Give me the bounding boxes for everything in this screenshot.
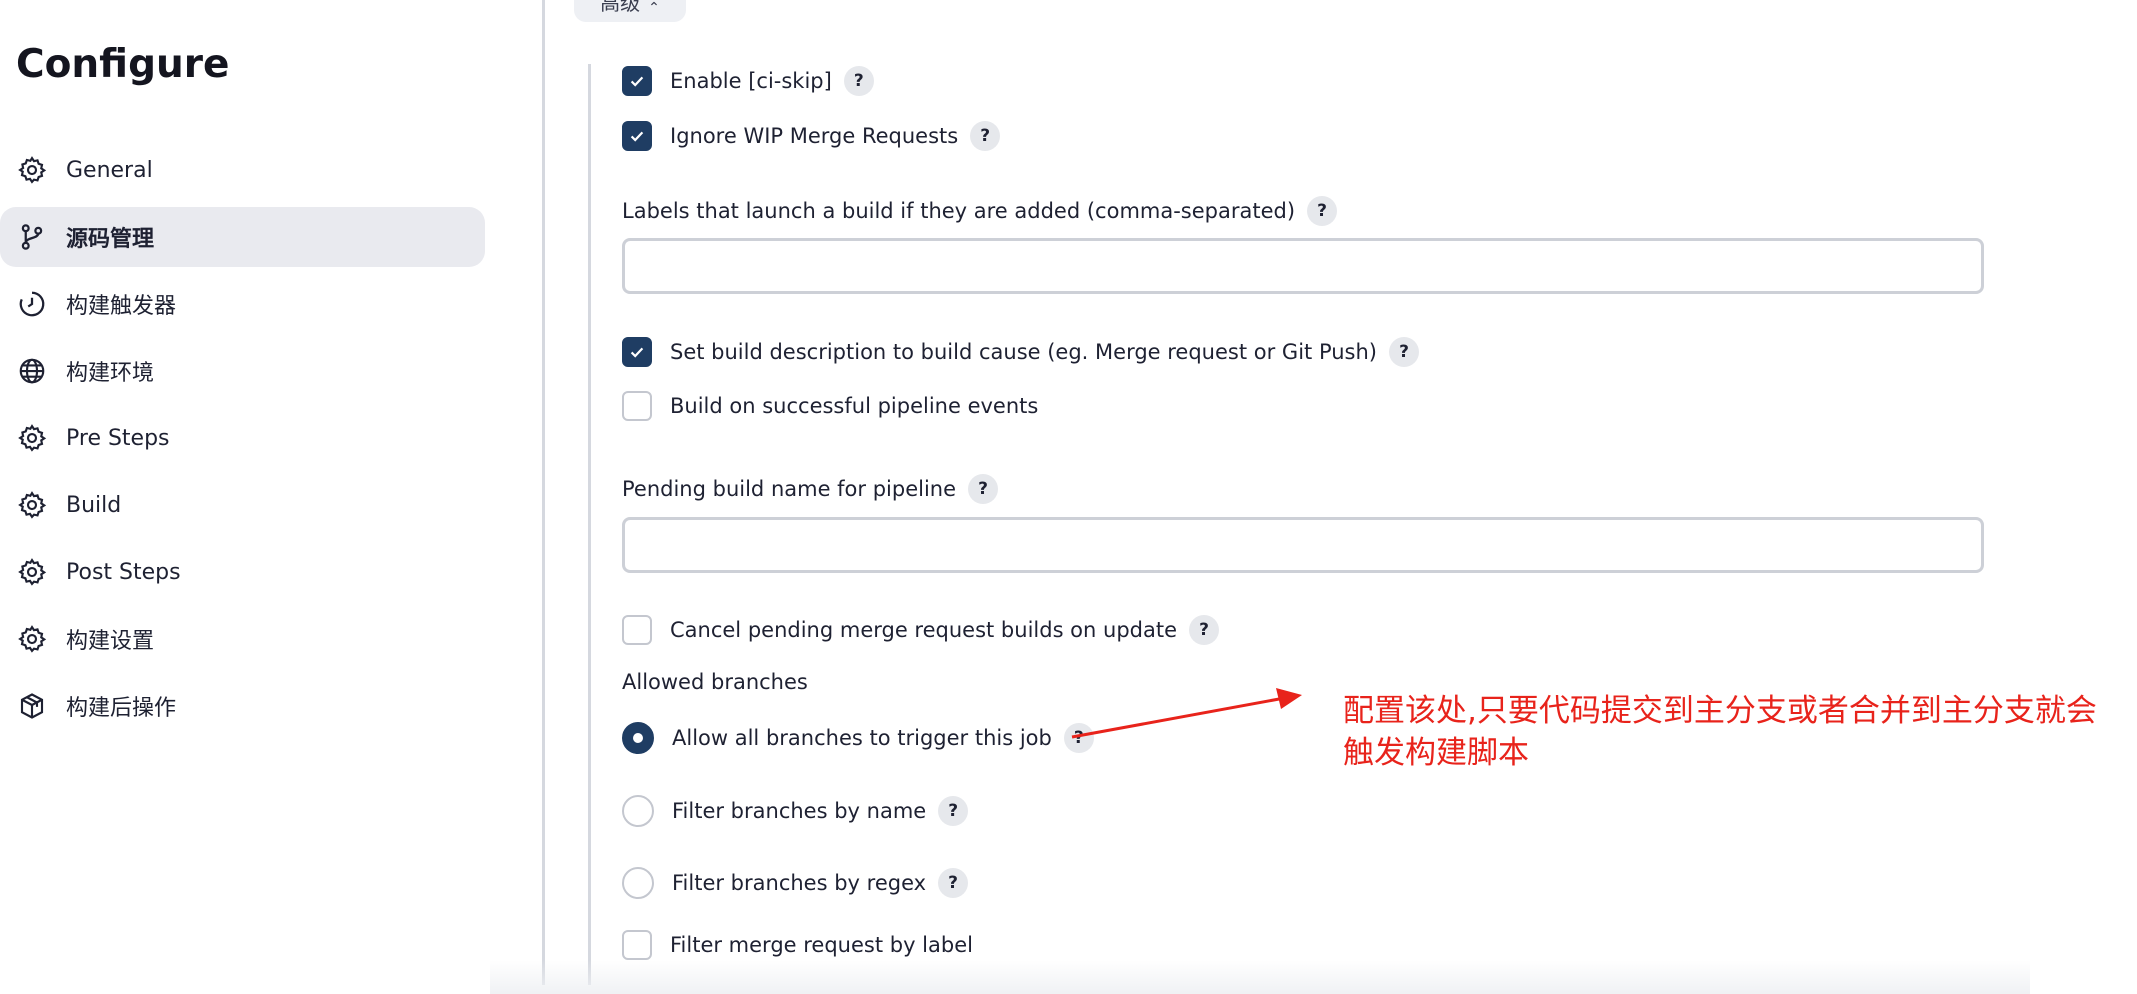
cancel-pending-row: Cancel pending merge request builds on u…: [622, 615, 1220, 645]
annotation-line-1: 配置该处,只要代码提交到主分支或者合并到主分支就会: [1343, 693, 2097, 729]
gear-icon: [16, 154, 48, 186]
help-icon[interactable]: ?: [1189, 615, 1220, 645]
enable-ci-skip-label: Enable [ci-skip]: [670, 69, 832, 93]
sidebar-item-build-settings[interactable]: 构建设置: [0, 609, 485, 669]
help-icon[interactable]: ?: [1307, 196, 1338, 226]
sidebar-item-label: Pre Steps: [66, 425, 170, 451]
ignore-wip-checkbox[interactable]: [622, 121, 652, 151]
pending-build-name-input[interactable]: [622, 517, 1984, 573]
build-on-pipeline-checkbox[interactable]: [622, 391, 652, 421]
pending-build-name-label-row: Pending build name for pipeline ?: [622, 474, 999, 504]
allowed-branches-option: Filter branches by name ?: [622, 795, 969, 827]
help-icon[interactable]: ?: [1389, 337, 1419, 367]
sidebar-item-label: 构建设置: [66, 629, 155, 654]
sidebar-nav: General 源码管理 构建触发器 构建环境 Pre Steps Build …: [0, 140, 485, 743]
page-title: Configure: [16, 42, 230, 87]
cancel-pending-label: Cancel pending merge request builds on u…: [670, 618, 1178, 642]
build-on-pipeline-row: Build on successful pipeline events: [622, 391, 1038, 421]
gear-icon: [16, 422, 48, 454]
sidebar-divider: [542, 0, 545, 985]
sidebar-item-build-triggers[interactable]: 构建触发器: [0, 274, 485, 334]
gear-icon: [16, 489, 48, 521]
sidebar-item-source-code[interactable]: 源码管理: [0, 207, 485, 267]
build-on-pipeline-label: Build on successful pipeline events: [670, 394, 1039, 418]
sidebar-item-general[interactable]: General: [0, 140, 485, 200]
allowed-branches-option: Allow all branches to trigger this job ?: [622, 722, 1094, 754]
annotation-text: 配置该处,只要代码提交到主分支或者合并到主分支就会 触发构建脚本: [1343, 690, 2133, 774]
gear-icon: [16, 623, 48, 655]
globe-icon: [16, 355, 48, 387]
allowed-branches-option: Filter branches by regex ?: [622, 867, 969, 899]
sidebar-item-build[interactable]: Build: [0, 475, 485, 535]
filter-branches-by-regex-radio[interactable]: [622, 867, 654, 899]
bottom-fade: [490, 960, 2030, 994]
filter-branches-by-regex-label: Filter branches by regex: [672, 871, 927, 895]
set-build-description-label: Set build description to build cause (eg…: [670, 340, 1377, 364]
help-icon[interactable]: ?: [843, 66, 874, 96]
filter-branches-by-name-label: Filter branches by name: [672, 799, 927, 823]
section-rail: [588, 64, 591, 985]
clock-icon: [16, 288, 48, 320]
labels-launch-input[interactable]: [622, 238, 1984, 294]
filter-mr-label-checkbox[interactable]: [622, 930, 652, 960]
labels-launch-label-row: Labels that launch a build if they are a…: [622, 196, 1338, 226]
cancel-pending-checkbox[interactable]: [622, 615, 652, 645]
sidebar-item-post-steps[interactable]: Post Steps: [0, 542, 485, 602]
sidebar-item-label: Post Steps: [66, 559, 181, 585]
advanced-label: 高级: [600, 0, 641, 15]
help-icon[interactable]: ?: [970, 121, 1001, 151]
filter-mr-label-label: Filter merge request by label: [670, 933, 973, 957]
sidebar-item-label: 构建触发器: [66, 294, 177, 319]
ignore-wip-label: Ignore WIP Merge Requests: [670, 124, 959, 148]
allow-all-branches-label: Allow all branches to trigger this job: [672, 726, 1052, 750]
help-icon[interactable]: ?: [1063, 723, 1094, 753]
chevron-up-icon: ⌃: [648, 0, 660, 16]
sidebar-item-label: 构建后操作: [66, 696, 177, 721]
filter-branches-by-name-radio[interactable]: [622, 795, 654, 827]
set-build-description-checkbox[interactable]: [622, 337, 652, 367]
filter-mr-label-row: Filter merge request by label: [622, 930, 973, 960]
sidebar-item-label: 源码管理: [66, 227, 155, 252]
enable-ci-skip-row: Enable [ci-skip] ?: [622, 66, 874, 96]
annotation-line-2: 触发构建脚本: [1343, 735, 1529, 771]
sidebar-item-label: General: [66, 157, 153, 183]
sidebar-item-label: 构建环境: [66, 361, 155, 386]
help-icon[interactable]: ?: [938, 796, 969, 826]
gear-icon: [16, 556, 48, 588]
set-build-description-row: Set build description to build cause (eg…: [622, 337, 1419, 367]
labels-launch-label: Labels that launch a build if they are a…: [622, 199, 1296, 223]
sidebar: Configure General 源码管理 构建触发器 构建环境 Pre St…: [0, 0, 540, 994]
sidebar-item-pre-steps[interactable]: Pre Steps: [0, 408, 485, 468]
enable-ci-skip-checkbox[interactable]: [622, 66, 652, 96]
sidebar-item-label: Build: [66, 492, 122, 518]
sidebar-item-post-build-actions[interactable]: 构建后操作: [0, 676, 485, 736]
allowed-branches-label: Allowed branches: [622, 670, 808, 694]
package-icon: [16, 690, 48, 722]
pending-build-name-label: Pending build name for pipeline: [622, 477, 957, 501]
advanced-toggle-button[interactable]: 高级 ⌃: [574, 0, 686, 22]
ignore-wip-row: Ignore WIP Merge Requests ?: [622, 121, 1001, 151]
help-icon[interactable]: ?: [968, 474, 999, 504]
help-icon[interactable]: ?: [938, 868, 969, 898]
branch-icon: [16, 221, 48, 253]
allow-all-branches-radio[interactable]: [622, 722, 654, 754]
sidebar-item-build-environment[interactable]: 构建环境: [0, 341, 485, 401]
